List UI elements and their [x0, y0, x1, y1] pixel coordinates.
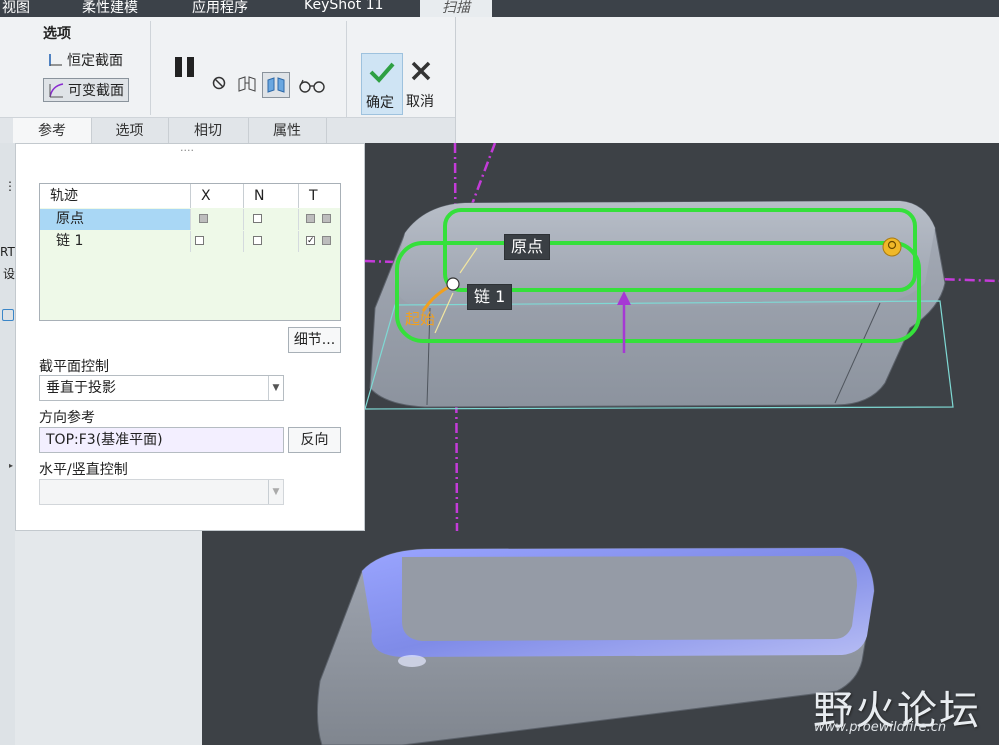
chevron-down-icon: ▼: [268, 480, 283, 504]
x-checkbox[interactable]: [195, 236, 204, 245]
tab-options[interactable]: 选项: [91, 118, 169, 144]
start-label: 起始: [405, 310, 436, 328]
glasses-icon[interactable]: [296, 75, 328, 95]
model-tree-pane: [15, 531, 203, 745]
origin-tag[interactable]: 原点: [504, 234, 551, 260]
trajectory-table: 轨迹 X N T 原点 链 1 ✓: [39, 183, 341, 321]
menu-tab-keyshot[interactable]: KeyShot 11: [304, 0, 383, 13]
col-header-x: X: [191, 184, 244, 208]
preview-feature-icon[interactable]: [262, 72, 290, 98]
section-control-select[interactable]: 垂直于投影 ▼: [39, 375, 284, 401]
constant-section-icon: [49, 54, 62, 66]
trajectory-name: 链 1: [40, 231, 191, 252]
tree-text-rt: RT: [0, 245, 15, 259]
tab-tangency[interactable]: 相切: [168, 118, 249, 144]
menu-tab-sweep[interactable]: 扫描: [420, 0, 492, 17]
t-checkbox[interactable]: ✓: [306, 236, 315, 246]
tree-text-she: 设: [3, 267, 16, 281]
chain-tag[interactable]: 链 1: [467, 284, 513, 310]
menu-bar: 视图 柔性建模 应用程序 KeyShot 11 扫描: [0, 0, 999, 17]
hv-control-label: 水平/竖直控制: [39, 462, 128, 478]
stop-icon[interactable]: [210, 74, 228, 92]
variable-section-button[interactable]: 可变截面: [43, 78, 129, 102]
variable-section-label: 可变截面: [68, 83, 124, 99]
col-header-n: N: [244, 184, 299, 208]
table-row[interactable]: 链 1 ✓: [40, 231, 340, 252]
close-icon: [411, 61, 431, 81]
variable-section-icon: [49, 83, 64, 98]
menu-tab-flexible-modeling[interactable]: 柔性建模: [82, 0, 138, 17]
watermark-url: www.proewildfire.cn: [814, 720, 947, 735]
t-checkbox-2[interactable]: [322, 236, 331, 245]
flip-button[interactable]: 反向: [288, 427, 341, 453]
preview-geometry-icon[interactable]: [236, 74, 258, 94]
trajectory-name: 原点: [40, 209, 191, 230]
col-header-trajectory: 轨迹: [40, 184, 191, 208]
details-button[interactable]: 细节...: [288, 327, 341, 353]
col-header-t: T: [299, 184, 340, 208]
menu-tab-applications[interactable]: 应用程序: [192, 0, 248, 17]
panel-grip[interactable]: ····: [180, 144, 194, 157]
dashboard-tabs: 参考 选项 相切 属性: [0, 117, 455, 144]
check-icon: [369, 62, 395, 83]
sweep-preview-model[interactable]: [365, 143, 999, 531]
cancel-label: 取消: [406, 94, 434, 110]
tab-references[interactable]: 参考: [13, 118, 92, 144]
n-checkbox[interactable]: [253, 214, 262, 223]
ok-label: 确定: [366, 95, 394, 111]
pause-icon[interactable]: [172, 55, 198, 79]
x-checkbox[interactable]: [199, 214, 208, 223]
ok-button[interactable]: 确定: [361, 53, 403, 115]
model-tree-edge: RT 设 ⋮ ▸: [0, 143, 16, 745]
menu-tab-view[interactable]: 视图: [2, 0, 30, 17]
table-row[interactable]: 原点: [40, 209, 340, 230]
tab-properties[interactable]: 属性: [248, 118, 327, 144]
n-checkbox[interactable]: [253, 236, 262, 245]
chevron-down-icon: ▼: [268, 376, 283, 400]
direction-ref-field[interactable]: TOP:F3(基准平面): [39, 427, 284, 453]
ribbon-empty-area: [456, 17, 999, 143]
section-control-value: 垂直于投影: [46, 380, 116, 396]
graphics-viewport[interactable]: 原点 链 1 起始: [365, 143, 999, 531]
cancel-button[interactable]: 取消: [404, 53, 440, 113]
tree-feature-icon: [2, 309, 14, 321]
hv-control-select[interactable]: ▼: [39, 479, 284, 505]
t-checkbox-2[interactable]: [322, 214, 331, 223]
direction-ref-label: 方向参考: [39, 410, 95, 426]
constant-section-button[interactable]: 恒定截面: [47, 50, 123, 70]
options-group-label: 选项: [43, 26, 71, 42]
constant-section-label: 恒定截面: [67, 53, 123, 69]
section-control-label: 截平面控制: [39, 359, 109, 375]
direction-ref-value: TOP:F3(基准平面): [46, 432, 163, 448]
tree-expand-icon[interactable]: ▸: [9, 461, 13, 470]
t-checkbox[interactable]: [306, 214, 315, 223]
